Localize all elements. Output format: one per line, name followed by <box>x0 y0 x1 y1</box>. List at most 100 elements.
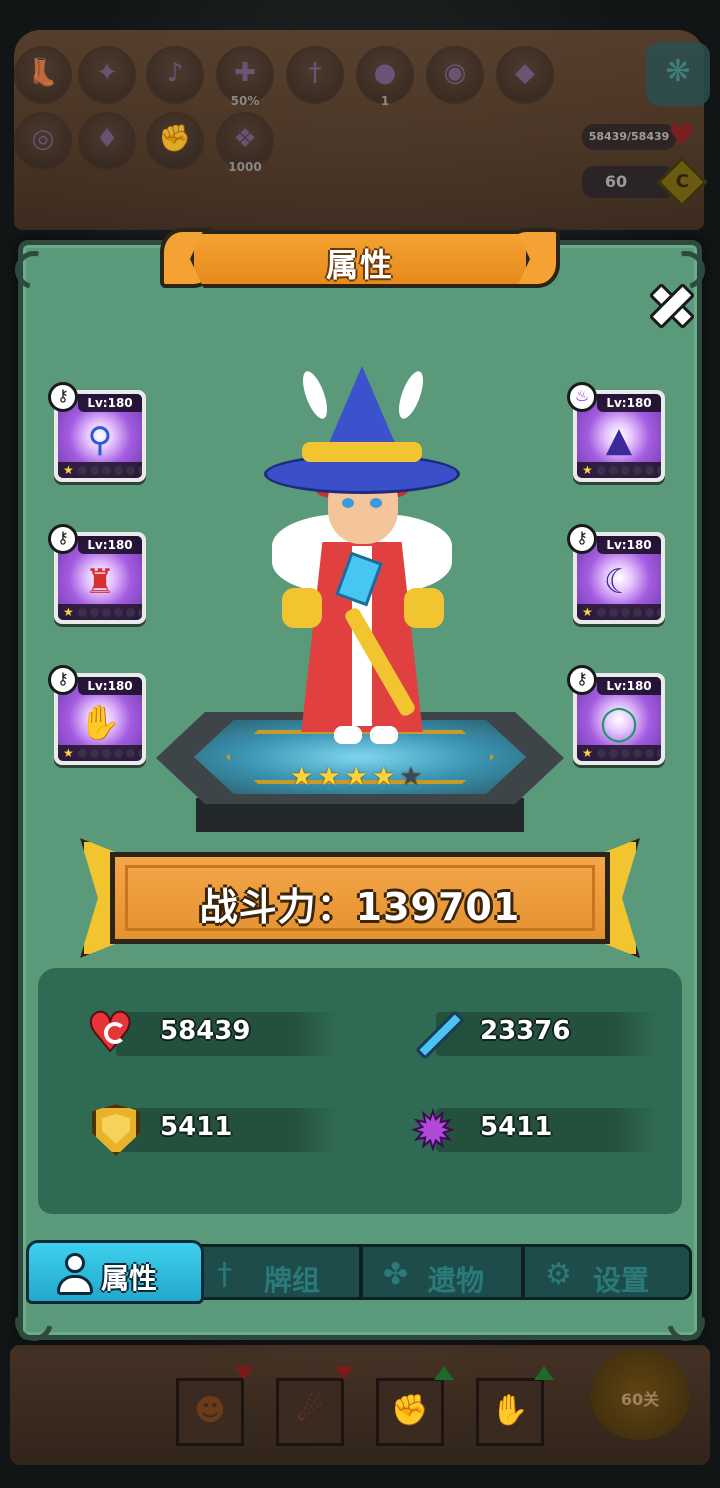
tab-relics[interactable]: ✤ 遗物 <box>360 1244 524 1300</box>
moon-amulet-icon: ☾ <box>603 562 635 602</box>
pet-button[interactable]: ❋ <box>646 42 710 106</box>
star-pips <box>78 749 142 758</box>
equipment-slot-armor[interactable]: ♜ Lv:180 ★ ⚷ <box>48 524 146 624</box>
star-pips <box>597 608 661 617</box>
fist-icon: ✊ <box>158 124 192 154</box>
tab-label: 设置 <box>592 1264 649 1297</box>
star-icon: ★ <box>63 605 74 619</box>
tab-deck[interactable]: † 牌组 <box>194 1244 362 1300</box>
equipment-slot-gloves[interactable]: ✋ Lv:180 ★ ⚷ <box>48 665 146 765</box>
key-icon: ⚷ <box>567 665 597 695</box>
equipment-slot-hat[interactable]: ▲ Lv:180 ★ ♨ <box>567 382 665 482</box>
hud-slot-potion[interactable]: ● 1 <box>356 46 414 108</box>
hud-slot-crystal[interactable]: ❖ 1000 <box>216 112 274 174</box>
hud-slot-rune[interactable]: ◆ <box>496 46 554 104</box>
stat-magic-value: 5411 <box>480 1112 553 1142</box>
slot-star-bar: ★ <box>58 604 142 620</box>
skill-slot-4[interactable]: ✋ <box>476 1378 544 1446</box>
slot-star-bar: ★ <box>58 462 142 478</box>
tab-label: 属性 <box>100 1262 157 1295</box>
down-arrow-icon <box>334 1366 354 1380</box>
tab-attributes[interactable]: 属性 <box>26 1240 204 1304</box>
stat-defense: 5411 <box>86 1104 346 1156</box>
star-filled-icon: ★ <box>344 762 368 792</box>
hero-feather <box>297 368 333 422</box>
close-button[interactable] <box>644 278 694 328</box>
hud-slot-crossbow[interactable]: ✚ 50% <box>216 46 274 108</box>
star-icon: ★ <box>63 746 74 760</box>
game-screen: 👢 ✦ ♪ ✚ 50% † ● 1 ◉ ◆ ◎ ♦ ✊ ❖ 1000 ❋ 58439/… <box>0 0 720 1488</box>
star-pips <box>78 608 142 617</box>
hud-slot-boot[interactable]: 👢 <box>14 46 72 104</box>
key-icon: ⚷ <box>567 524 597 554</box>
hero-eye <box>370 498 382 508</box>
equipment-slot-weapon[interactable]: ⚲ Lv:180 ★ ⚷ <box>48 382 146 482</box>
hud-slot-count: 1000 <box>228 160 262 174</box>
star-filled-icon: ★ <box>317 762 341 792</box>
up-arrow-icon <box>534 1366 554 1380</box>
skill-icon: ✋ <box>491 1393 529 1428</box>
key-icon: ⚷ <box>48 665 78 695</box>
hud-slot-wing[interactable]: ✦ <box>78 46 136 104</box>
stat-magic: ✹ 5411 <box>406 1104 666 1157</box>
slot-level: Lv:180 <box>597 677 661 695</box>
sword-icon: † <box>308 58 322 88</box>
hero-shoulder <box>282 588 322 628</box>
hud-slot-horn[interactable]: ♪ <box>146 46 204 104</box>
hud-slot-fist[interactable]: ✊ <box>146 112 204 170</box>
stat-attack-value: 23376 <box>480 1016 571 1046</box>
page-title: 属性 <box>325 246 394 284</box>
skill-slot-3[interactable]: ✊ <box>376 1378 444 1446</box>
hero-boot <box>370 726 398 744</box>
skill-slot-2[interactable]: ☄ <box>276 1378 344 1446</box>
stats-panel: ♥ 58439 23376 5411 ✹ 5411 <box>38 968 682 1214</box>
hud-slot-coin[interactable]: ◉ <box>426 46 484 104</box>
stage-badge[interactable]: 60关 <box>590 1350 690 1440</box>
boot-icon: 👢 <box>26 58 60 88</box>
coin-icon: ◉ <box>443 58 467 88</box>
hud-slot-sword[interactable]: † <box>286 46 344 104</box>
heart-icon: ♥ <box>85 1001 135 1064</box>
hero-model[interactable] <box>262 366 462 746</box>
tab-settings[interactable]: ⚙ 设置 <box>522 1244 692 1300</box>
red-robe-icon: ♜ <box>84 562 116 602</box>
rune-icon: ◆ <box>515 58 535 88</box>
shield-icon <box>86 1102 144 1156</box>
slot-star-bar: ★ <box>58 745 142 761</box>
slot-level: Lv:180 <box>78 677 142 695</box>
skill-icon: ☄ <box>296 1393 324 1428</box>
star-pips <box>597 749 661 758</box>
sun-icon: ✹ <box>411 1102 455 1160</box>
stage-label: 60关 <box>620 1390 660 1409</box>
stat-hp-value: 58439 <box>160 1016 251 1046</box>
hud-slot-target[interactable]: ◎ <box>14 112 72 170</box>
stat-defense-value: 5411 <box>160 1112 233 1142</box>
skill-slot-1[interactable]: ☻ <box>176 1378 244 1446</box>
crossbow-icon: ✚ <box>234 58 256 88</box>
equipment-slot-ring[interactable]: ◯ Lv:180 ★ ⚷ <box>567 665 665 765</box>
heart-icon: ♥ <box>668 118 695 153</box>
hero-shoulder <box>404 588 444 628</box>
hud-slot-count: 1 <box>380 94 390 108</box>
jade-gauntlet-icon: ✋ <box>78 703 122 743</box>
hp-readout: 58439/58439 <box>582 124 676 150</box>
stat-hp: ♥ 58439 <box>85 1005 346 1061</box>
hero-eye <box>342 498 354 508</box>
hud-slot-armor[interactable]: ♦ <box>78 112 136 170</box>
equipment-slot-amulet[interactable]: ☾ Lv:180 ★ ⚷ <box>567 524 665 624</box>
star-filled-icon: ★ <box>371 762 396 792</box>
skill-icon: ☻ <box>194 1393 226 1428</box>
slot-level: Lv:180 <box>597 536 661 554</box>
tab-label: 牌组 <box>263 1264 320 1297</box>
emerald-ring-icon: ◯ <box>599 703 639 743</box>
target-icon: ◎ <box>31 124 55 154</box>
down-arrow-icon <box>234 1366 254 1380</box>
star-icon: ★ <box>582 463 593 477</box>
key-icon: ⚷ <box>48 382 78 412</box>
slot-star-bar: ★ <box>577 604 661 620</box>
star-icon: ★ <box>582 605 593 619</box>
tab-label: 遗物 <box>427 1264 484 1297</box>
wing-icon: ✦ <box>96 58 118 88</box>
star-icon: ★ <box>582 746 593 760</box>
hero-feather <box>393 368 429 422</box>
